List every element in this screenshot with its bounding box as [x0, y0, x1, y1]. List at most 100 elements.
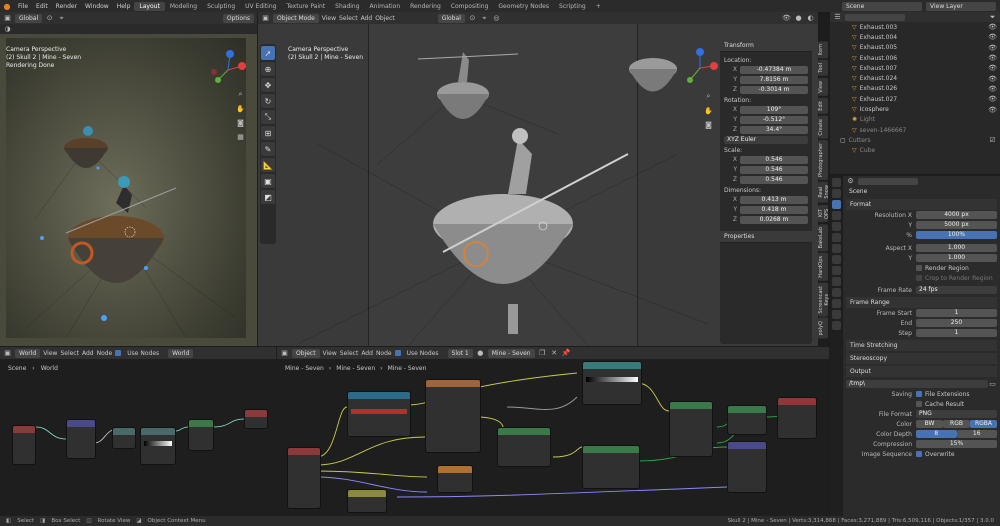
outliner-item[interactable]: ▽ seven-1466667	[830, 125, 1000, 135]
texture-coordinate-node[interactable]	[287, 447, 321, 509]
ramp-gradient[interactable]	[586, 377, 638, 382]
nav-gizmo[interactable]	[680, 48, 720, 88]
data-tab-icon[interactable]	[831, 299, 841, 308]
outliner-item[interactable]: ✺ Light	[830, 115, 1000, 125]
frame-start-field[interactable]: 1	[916, 309, 997, 317]
tab-uv-editing[interactable]: UV Editing	[240, 2, 281, 11]
outliner-item[interactable]: ▽ Exhaust.004 👁	[830, 32, 1000, 42]
visibility-icon[interactable]: 👁	[782, 14, 791, 23]
view-layer-selector[interactable]: View Layer	[926, 1, 996, 11]
properties-editor-icon[interactable]: ⚙	[846, 177, 855, 186]
eye-icon[interactable]: 👁	[988, 84, 1000, 93]
tab-tool[interactable]: Tool	[818, 60, 828, 77]
texture-coordinate-node[interactable]	[12, 425, 36, 465]
location-y-field[interactable]: 7.8156 m	[740, 75, 808, 84]
tab-edit[interactable]: Edit	[818, 97, 828, 114]
constraints-tab-icon[interactable]	[831, 288, 841, 297]
color-bw-button[interactable]: BW	[916, 420, 943, 428]
outliner-item[interactable]: ▽ Exhaust.003 👁	[830, 22, 1000, 32]
color-swatch[interactable]	[351, 409, 407, 414]
outliner-editor-icon[interactable]: ☰	[833, 13, 842, 22]
shader-node-editor[interactable]: ▣ Object View Select Add Node Use Nodes …	[277, 347, 829, 516]
scene-tab-icon[interactable]	[831, 222, 841, 231]
outliner-item[interactable]: ▽ Exhaust.007 👁	[830, 63, 1000, 73]
outliner-item[interactable]: ▽ Exhaust.006 👁	[830, 53, 1000, 63]
menu-render[interactable]: Render	[52, 3, 81, 10]
tab-create[interactable]: Create	[818, 115, 828, 139]
properties-search-input[interactable]	[858, 177, 918, 185]
resolution-x-field[interactable]: 4000 px	[916, 211, 997, 219]
tab-layout[interactable]: Layout	[134, 1, 165, 11]
grid-icon[interactable]: ▦	[236, 132, 245, 141]
tab-modeling[interactable]: Modeling	[165, 2, 202, 11]
menu-view[interactable]: View	[322, 15, 336, 22]
rotation-x-field[interactable]: 109°	[740, 105, 808, 114]
pivot-icon[interactable]: ⊙	[468, 14, 477, 23]
frame-step-field[interactable]: 1	[916, 329, 997, 337]
outliner-item[interactable]: ▽ Cube	[830, 146, 1000, 156]
filter-icon[interactable]: ⏷	[988, 13, 997, 22]
menu-file[interactable]: File	[14, 3, 32, 10]
folder-icon[interactable]: ▭	[988, 380, 997, 389]
particles-tab-icon[interactable]	[831, 266, 841, 275]
aspect-y-field[interactable]: 1.000	[916, 254, 997, 262]
shading-solid-icon[interactable]: ●	[794, 14, 803, 23]
nav-gizmo[interactable]	[208, 50, 248, 90]
blender-logo-icon[interactable]: ●	[0, 0, 14, 12]
add-workspace-button[interactable]: +	[591, 2, 606, 11]
zoom-icon[interactable]: ⌕	[236, 90, 245, 99]
color-depth-8-button[interactable]: 8	[916, 430, 957, 438]
view-layer-tab-icon[interactable]	[831, 211, 841, 220]
outliner-item[interactable]: ▽ Exhaust.024 👁	[830, 73, 1000, 83]
background-node[interactable]	[188, 419, 214, 451]
frame-rate-dropdown[interactable]: 24 fps	[916, 286, 997, 294]
principled-bsdf-node-b[interactable]	[582, 445, 640, 489]
eye-icon[interactable]: 👁	[988, 43, 1000, 52]
eye-icon[interactable]: 👁	[988, 33, 1000, 42]
principled-bsdf-node-a[interactable]	[497, 427, 551, 467]
options-button[interactable]: Options	[222, 13, 254, 23]
reroute-node[interactable]	[112, 427, 136, 449]
location-x-field[interactable]: -0.47384 m	[740, 65, 808, 74]
file-format-dropdown[interactable]: PNG	[916, 410, 997, 418]
material-output-node[interactable]	[777, 397, 817, 439]
outliner-item[interactable]: ▽ Exhaust.005 👁	[830, 43, 1000, 53]
tab-shading[interactable]: Shading	[330, 2, 364, 11]
menu-add[interactable]: Add	[361, 15, 373, 22]
pan-hand-icon[interactable]: ✋	[236, 104, 245, 113]
orientation-dropdown[interactable]: Global	[437, 13, 465, 23]
pivot-icon[interactable]: ⊙	[45, 14, 54, 23]
tab-bakelab[interactable]: BakeLab	[818, 223, 828, 252]
tab-kit-ops[interactable]: KIT OPS	[818, 204, 830, 222]
resolution-percent-field[interactable]: 100%	[916, 231, 997, 239]
resolution-y-field[interactable]: 5000 px	[916, 221, 997, 229]
color-rgba-button[interactable]: RGBA	[970, 420, 997, 428]
eye-icon[interactable]: 👁	[988, 23, 1000, 32]
scale-y-field[interactable]: 0.546	[740, 165, 808, 174]
orientation-dropdown[interactable]: Global	[15, 13, 43, 23]
checkbox-icon[interactable]: ☑	[989, 136, 1000, 145]
scene-selector[interactable]: Scene	[842, 1, 922, 11]
format-section-header[interactable]: Format	[846, 199, 997, 210]
tab-geometry-nodes[interactable]: Geometry Nodes	[493, 2, 554, 11]
tool-tab-icon[interactable]	[831, 178, 841, 187]
dimensions-y-field[interactable]: 0.418 m	[740, 205, 808, 214]
eye-icon[interactable]: 👁	[988, 105, 1000, 114]
eye-icon[interactable]: 👁	[988, 74, 1000, 83]
output-path-field[interactable]: /tmp\	[846, 380, 988, 388]
output-section-header[interactable]: Output	[846, 366, 997, 377]
tab-rendering[interactable]: Rendering	[405, 2, 446, 11]
eye-icon[interactable]: 👁	[988, 54, 1000, 63]
world-output-node[interactable]	[244, 409, 268, 429]
scale-x-field[interactable]: 0.546	[740, 155, 808, 164]
crop-region-checkbox[interactable]	[916, 275, 922, 281]
outliner-item[interactable]: ▽ Exhaust.026 👁	[830, 84, 1000, 94]
proportional-icon[interactable]: ◎	[492, 14, 501, 23]
tab-texture-paint[interactable]: Texture Paint	[281, 2, 330, 11]
tab-hardops[interactable]: HardOps	[818, 253, 828, 281]
mix-node-a[interactable]	[437, 465, 473, 493]
eye-icon[interactable]: 👁	[988, 64, 1000, 73]
mix-shader-node[interactable]	[727, 405, 767, 435]
tab-item[interactable]: Item	[818, 41, 828, 59]
transform-header[interactable]: Transform	[720, 40, 812, 52]
